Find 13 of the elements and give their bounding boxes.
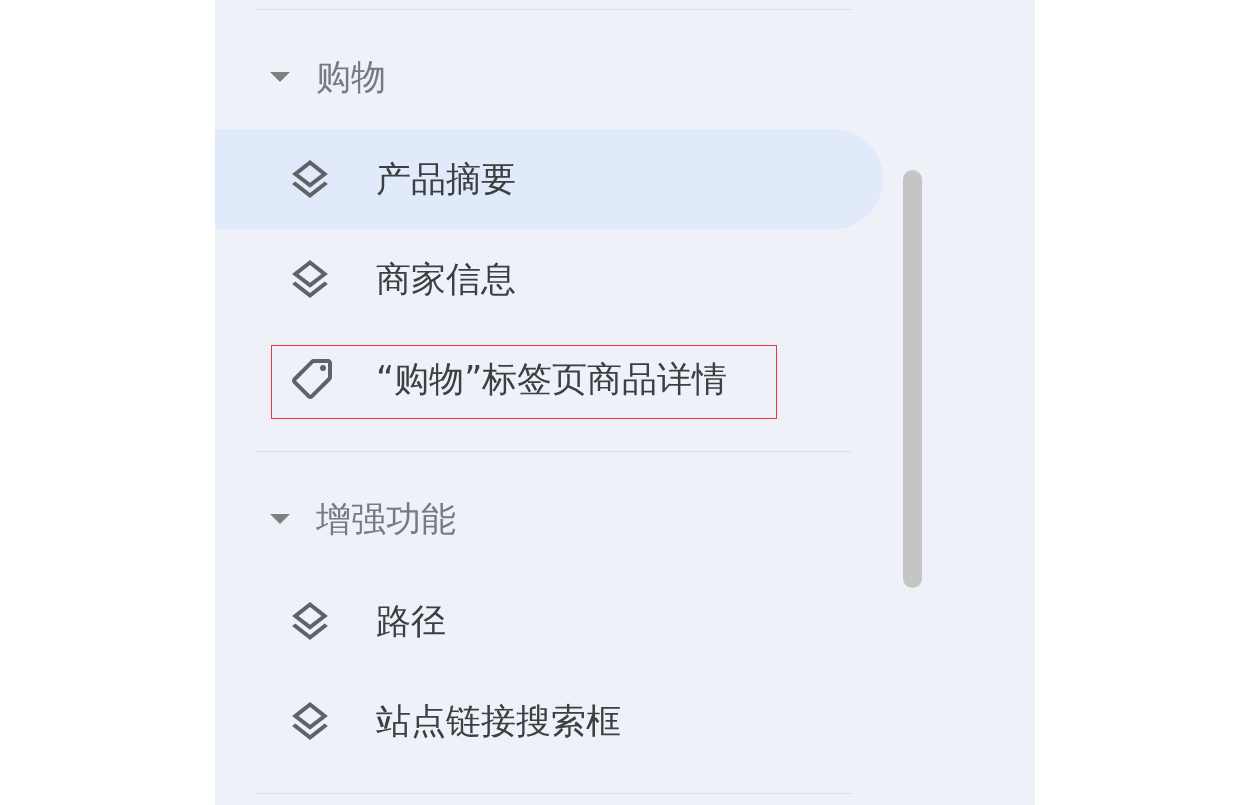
nav-item[interactable]: 产品摘要 [215,129,883,229]
nav-item[interactable]: “购物”标签页商品详情 [215,329,883,429]
scrollbar-thumb[interactable] [903,170,922,588]
layers-icon [292,260,328,298]
nav-item[interactable]: 站点链接搜索框 [215,671,883,771]
layers-icon [292,702,328,740]
nav-item[interactable]: 路径 [215,571,883,671]
layers-icon [292,160,328,198]
section-header[interactable]: 增强功能 [215,486,903,552]
layers-icon [292,602,328,640]
tag-icon [292,359,332,399]
nav-item[interactable]: 商家信息 [215,229,883,329]
section-header[interactable]: 购物 [215,44,903,110]
